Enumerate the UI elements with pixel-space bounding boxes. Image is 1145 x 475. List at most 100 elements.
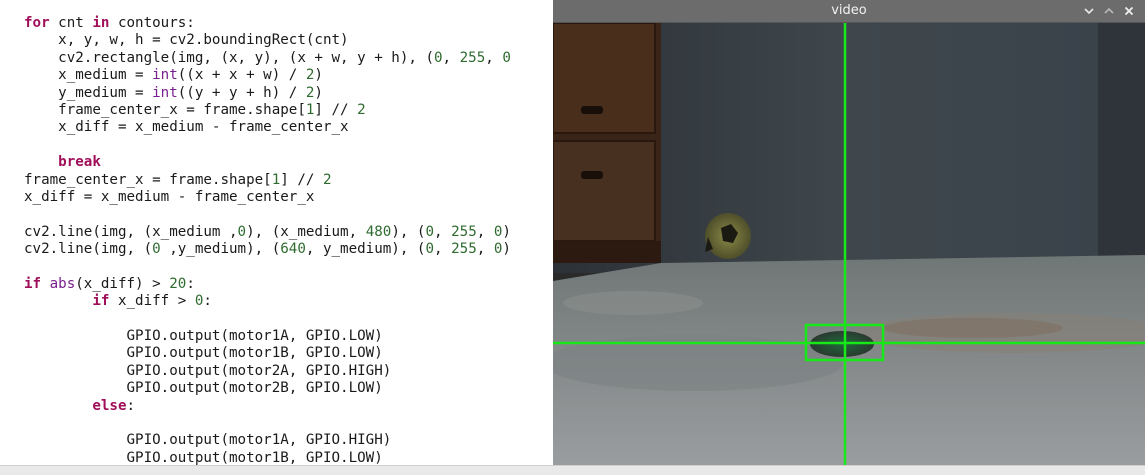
code-line[interactable]: else:	[24, 398, 511, 415]
dresser-base	[553, 241, 661, 263]
code-keyword: if	[92, 293, 110, 310]
code-token: x_diff >	[109, 293, 195, 310]
code-builtin: int	[152, 67, 178, 84]
code-token: ,	[476, 223, 494, 240]
code-token: )	[314, 67, 323, 84]
code-line[interactable]	[24, 137, 511, 154]
code-line[interactable]: frame_center_x = frame.shape[1] // 2	[24, 172, 511, 189]
code-line[interactable]	[24, 258, 511, 275]
code-line[interactable]	[24, 415, 511, 432]
code-line[interactable]: cv2.rectangle(img, (x, y), (x + w, y + h…	[24, 50, 511, 67]
code-line[interactable]: if x_diff > 0:	[24, 293, 511, 310]
code-keyword: in	[92, 15, 110, 31]
code-token: x_medium =	[24, 67, 153, 84]
code-token: ] //	[314, 101, 358, 118]
code-line[interactable]: if abs(x_diff) > 20:	[24, 276, 511, 293]
close-icon[interactable]	[1119, 2, 1139, 20]
code-token: x_diff = x_medium - frame_center_x	[24, 188, 315, 205]
code-token: :	[203, 293, 212, 310]
code-token: ] //	[280, 171, 323, 188]
video-titlebar[interactable]: video	[553, 0, 1145, 23]
code-text[interactable]: for cnt in contours: x, y, w, h = cv2.bo…	[24, 15, 511, 465]
code-line[interactable]: GPIO.output(motor1A, GPIO.HIGH)	[24, 432, 511, 449]
code-line[interactable]: GPIO.output(motor1B, GPIO.LOW)	[24, 450, 511, 465]
code-line[interactable]: GPIO.output(motor2A, GPIO.HIGH)	[24, 363, 511, 380]
code-line[interactable]: x_diff = x_medium - frame_center_x	[24, 189, 511, 206]
code-editor[interactable]: for cnt in contours: x, y, w, h = cv2.bo…	[0, 0, 553, 465]
code-token: x, y, w, h = cv2.boundingRect(cnt)	[24, 32, 349, 49]
code-number: 1	[271, 171, 281, 188]
code-token: )	[502, 241, 511, 258]
code-token: frame_center_x = frame.shape[	[24, 171, 272, 188]
code-token: x_diff = x_medium - frame_center_x	[24, 119, 349, 136]
code-number: 0	[425, 241, 435, 258]
code-token: GPIO.output(motor1A, GPIO.LOW)	[24, 328, 383, 345]
drawer-handle	[581, 106, 603, 114]
chevron-up-icon[interactable]	[1099, 2, 1119, 20]
code-line[interactable]: GPIO.output(motor1A, GPIO.LOW)	[24, 328, 511, 345]
code-line[interactable]: x_medium = int((x + x + w) / 2)	[24, 67, 511, 84]
code-line[interactable]: cv2.line(img, (0 ,y_medium), (640, y_med…	[24, 241, 511, 258]
camera-feed	[553, 23, 1145, 465]
code-token: GPIO.output(motor1B, GPIO.LOW)	[24, 345, 383, 362]
code-line[interactable]: GPIO.output(motor2B, GPIO.LOW)	[24, 380, 511, 397]
wall-edge	[1098, 23, 1145, 273]
code-token: frame_center_x = frame.shape[	[24, 101, 306, 118]
code-token: )	[314, 84, 323, 101]
code-token: ,	[434, 223, 452, 240]
code-number: 0	[425, 223, 435, 240]
code-token: ((y + y + h) /	[177, 84, 306, 101]
code-token: GPIO.output(motor1B, GPIO.LOW)	[24, 449, 383, 465]
code-number: 2	[322, 171, 332, 188]
code-token: ((x + x + w) /	[177, 67, 306, 84]
code-line[interactable]: GPIO.output(motor1B, GPIO.LOW)	[24, 345, 511, 362]
code-number: 255	[451, 241, 477, 258]
code-token: cnt	[49, 15, 93, 31]
code-token: GPIO.output(motor1A, GPIO.HIGH)	[24, 432, 392, 449]
code-number: 480	[365, 223, 392, 240]
code-keyword: for	[24, 15, 50, 31]
code-token: )	[502, 223, 511, 240]
code-number: 0	[434, 49, 443, 66]
code-line[interactable]: x_diff = x_medium - frame_center_x	[24, 119, 511, 136]
code-number: 255	[451, 223, 477, 240]
code-line[interactable]	[24, 311, 511, 328]
code-line[interactable]: cv2.line(img, (x_medium ,0), (x_medium, …	[24, 224, 511, 241]
code-keyword: else	[92, 397, 127, 414]
code-builtin: int	[152, 84, 178, 101]
code-token: ,	[442, 49, 460, 66]
code-token: contours:	[109, 15, 195, 31]
code-line[interactable]: for cnt in contours:	[24, 15, 511, 32]
dresser-drawer-bottom	[553, 140, 656, 242]
taskbar-strip	[0, 465, 1145, 475]
dresser-drawer-top	[553, 23, 656, 134]
code-line[interactable]: x, y, w, h = cv2.boundingRect(cnt)	[24, 32, 511, 49]
code-line[interactable]	[24, 206, 511, 223]
code-number: 0	[152, 241, 161, 258]
code-token: y_medium =	[24, 84, 153, 101]
code-line[interactable]: y_medium = int((y + y + h) / 2)	[24, 85, 511, 102]
chevron-down-icon[interactable]	[1079, 2, 1099, 20]
video-window-title: video	[831, 3, 867, 18]
drawer-handle	[581, 171, 603, 179]
video-window[interactable]: video	[553, 0, 1145, 465]
carpet-highlight	[563, 291, 703, 315]
code-number: 640	[280, 241, 306, 258]
code-token: , y_medium), (	[305, 241, 426, 258]
code-builtin: abs	[49, 275, 76, 292]
code-number: 20	[169, 275, 187, 292]
code-token: ,	[476, 241, 494, 258]
code-token: cv2.line(img, (x_medium ,	[24, 223, 238, 240]
code-keyword: if	[24, 275, 42, 292]
code-token: ), (	[391, 223, 426, 240]
code-number: 2	[357, 101, 366, 118]
code-line[interactable]: break	[24, 154, 511, 171]
code-line[interactable]: frame_center_x = frame.shape[1] // 2	[24, 102, 511, 119]
code-number: 255	[459, 49, 486, 66]
code-token: cv2.line(img, (	[24, 241, 153, 258]
code-token: ,	[485, 49, 503, 66]
code-token: ), (x_medium,	[246, 223, 366, 240]
code-number: 0	[502, 49, 511, 66]
